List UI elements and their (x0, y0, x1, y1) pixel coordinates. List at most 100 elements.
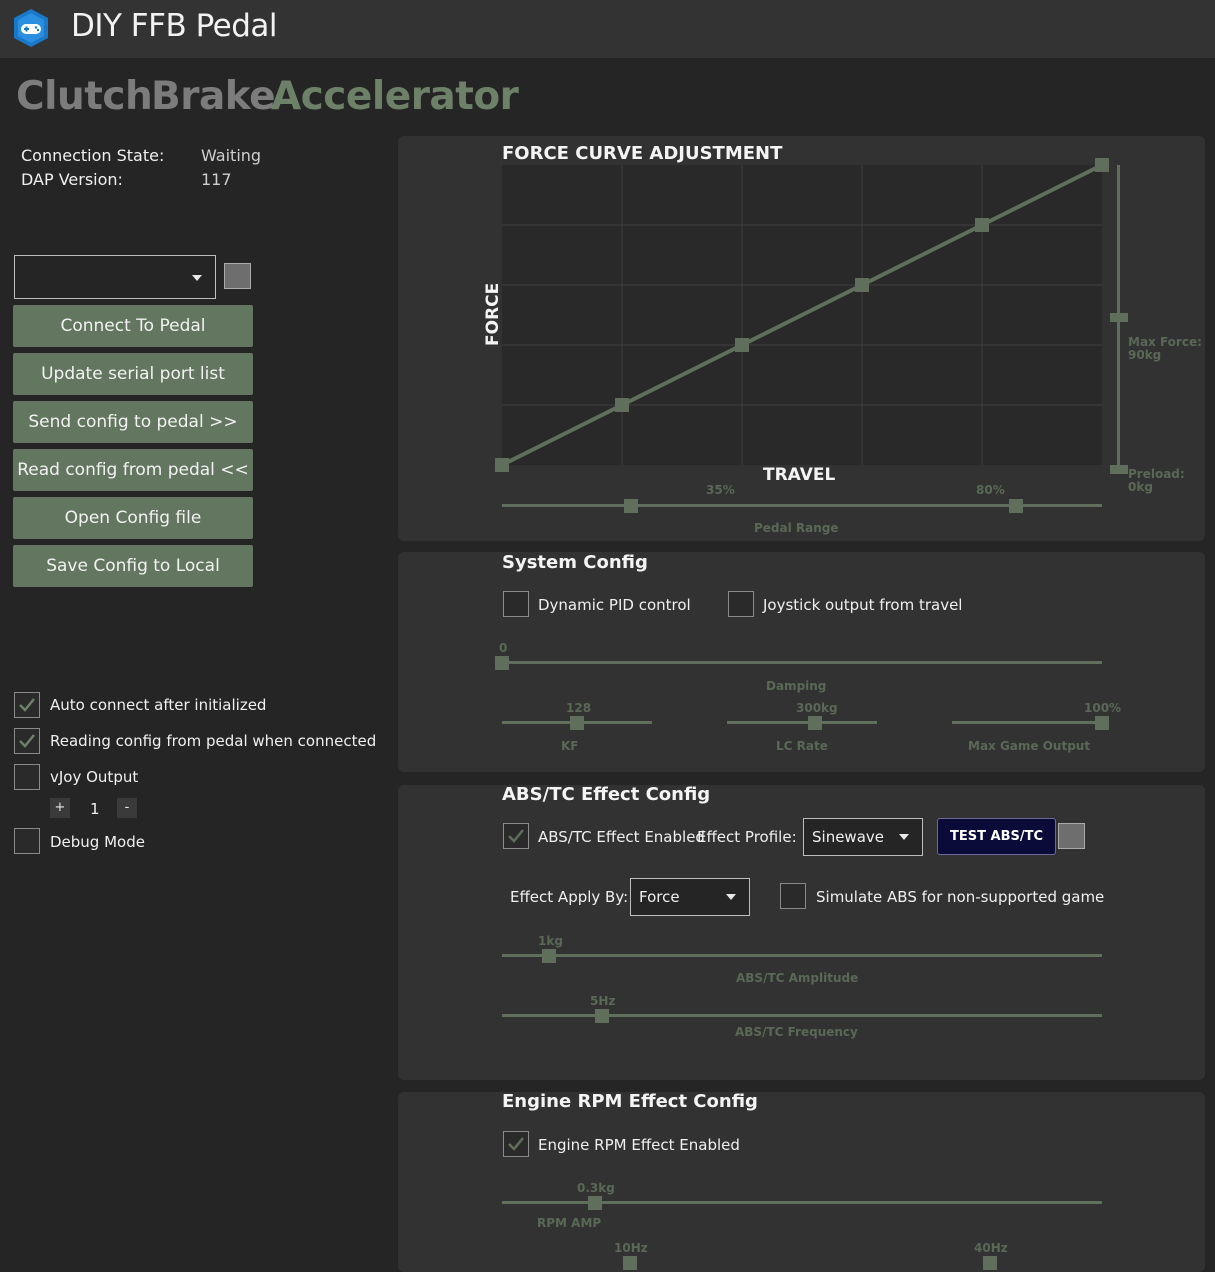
effect-apply-value: Force (639, 888, 680, 906)
force-curve-point[interactable] (495, 458, 509, 472)
max-game-output-value: 100% (1084, 701, 1122, 715)
lc-rate-track (727, 721, 877, 724)
pedal-range-max-label: 80% (976, 483, 1005, 497)
force-curve-point[interactable] (1095, 158, 1109, 172)
max-force-value: 90kg (1128, 348, 1162, 362)
system-config-title: System Config (502, 552, 648, 573)
force-curve-point[interactable] (615, 398, 629, 412)
dap-version-label: DAP Version: (21, 170, 123, 189)
vjoy-id-value: 1 (90, 800, 100, 818)
test-abs-button[interactable]: TEST ABS/TC (937, 818, 1056, 855)
lc-rate-handle[interactable] (808, 716, 822, 730)
gamepad-logo-icon (12, 8, 50, 48)
force-curve-point[interactable] (855, 278, 869, 292)
kf-handle[interactable] (570, 716, 584, 730)
dynamic-pid-label: Dynamic PID control (538, 596, 691, 614)
abs-frequency-handle[interactable] (595, 1009, 609, 1023)
lc-rate-label: LC Rate (776, 739, 828, 753)
connection-state-value: Waiting (201, 146, 262, 165)
update-serial-port-list-button[interactable]: Update serial port list (13, 353, 253, 395)
dynamic-pid-checkbox[interactable] (503, 591, 529, 617)
preload-handle[interactable] (1110, 465, 1128, 474)
kf-label: KF (561, 739, 579, 753)
rpm-amp-label: RPM AMP (537, 1216, 602, 1230)
tab-accelerator[interactable]: Accelerator (271, 74, 519, 119)
preload-label: Preload: (1128, 467, 1185, 481)
pedal-range-max-handle[interactable] (1009, 499, 1024, 513)
app-title: DIY FFB Pedal (71, 8, 278, 44)
effect-apply-select[interactable]: Force (630, 878, 750, 916)
kf-value: 128 (566, 701, 592, 715)
damping-value: 0 (499, 641, 508, 655)
damping-handle[interactable] (495, 656, 509, 670)
open-config-file-button[interactable]: Open Config file (13, 497, 253, 539)
max-force-label: Max Force: (1128, 335, 1202, 349)
tab-clutch[interactable]: Clutch (16, 74, 153, 119)
damping-track (502, 661, 1102, 664)
abs-config-title: ABS/TC Effect Config (502, 784, 711, 805)
chevron-down-icon (899, 834, 909, 840)
abs-frequency-track (502, 1014, 1102, 1017)
max-game-output-handle[interactable] (1095, 716, 1109, 730)
vjoy-increment-button[interactable]: + (50, 798, 70, 818)
rpm-freq-max-handle[interactable] (983, 1256, 997, 1270)
connection-state-label: Connection State: (21, 146, 165, 165)
read-on-connect-label: Reading config from pedal when connected (50, 732, 377, 750)
chevron-down-icon (192, 275, 202, 281)
preload-value: 0kg (1128, 480, 1153, 494)
read-on-connect-checkbox[interactable] (14, 728, 40, 754)
abs-frequency-label: ABS/TC Frequency (735, 1025, 858, 1039)
vjoy-output-checkbox[interactable] (14, 764, 40, 790)
force-curve-point[interactable] (975, 218, 989, 232)
rpm-enabled-label: Engine RPM Effect Enabled (538, 1136, 740, 1154)
abs-amplitude-track (502, 954, 1102, 957)
dap-version-value: 117 (201, 170, 232, 189)
abs-enabled-checkbox[interactable] (503, 823, 529, 849)
simulate-abs-checkbox[interactable] (780, 883, 806, 909)
damping-label: Damping (766, 679, 827, 693)
rpm-enabled-checkbox[interactable] (503, 1131, 529, 1157)
pedal-range-min-label: 35% (706, 483, 735, 497)
send-config-button[interactable]: Send config to pedal >> (13, 401, 253, 443)
rpm-freq-min-label: 10Hz (614, 1241, 648, 1255)
abs-amplitude-value: 1kg (538, 934, 563, 948)
effect-profile-value: Sinewave (812, 828, 884, 846)
debug-mode-checkbox[interactable] (14, 828, 40, 854)
rpm-freq-max-label: 40Hz (974, 1241, 1008, 1255)
check-icon (19, 698, 35, 712)
debug-mode-label: Debug Mode (50, 833, 145, 851)
max-force-handle[interactable] (1110, 312, 1128, 322)
rpm-amp-value: 0.3kg (577, 1181, 615, 1195)
abs-status-indicator (1058, 823, 1085, 849)
effect-apply-label: Effect Apply By: (510, 888, 629, 906)
abs-amplitude-handle[interactable] (542, 949, 556, 963)
simulate-abs-label: Simulate ABS for non-supported game (816, 888, 1105, 906)
lc-rate-value: 300kg (796, 701, 838, 715)
rpm-freq-min-handle[interactable] (623, 1256, 637, 1270)
read-config-button[interactable]: Read config from pedal << (13, 449, 253, 491)
joystick-travel-checkbox[interactable] (728, 591, 754, 617)
check-icon (19, 734, 35, 748)
connection-indicator (224, 263, 251, 289)
check-icon (508, 829, 524, 843)
tab-brake[interactable]: Brake (151, 74, 276, 119)
vjoy-decrement-button[interactable]: - (117, 798, 137, 818)
check-icon (508, 1137, 524, 1151)
auto-connect-checkbox[interactable] (14, 692, 40, 718)
auto-connect-label: Auto connect after initialized (50, 696, 267, 714)
effect-profile-select[interactable]: Sinewave (803, 818, 923, 856)
chevron-down-icon (726, 894, 736, 900)
save-config-local-button[interactable]: Save Config to Local (13, 545, 253, 587)
abs-enabled-label: ABS/TC Effect Enabled (538, 828, 705, 846)
max-game-output-track (952, 721, 1102, 724)
abs-amplitude-label: ABS/TC Amplitude (736, 971, 859, 985)
rpm-amp-handle[interactable] (588, 1196, 602, 1210)
serial-port-select[interactable] (14, 255, 216, 299)
effect-profile-label: Effect Profile: (697, 828, 797, 846)
force-curve-chart (495, 158, 1109, 472)
force-curve-point[interactable] (735, 338, 749, 352)
pedal-range-min-handle[interactable] (623, 499, 638, 513)
connect-to-pedal-button[interactable]: Connect To Pedal (13, 305, 253, 347)
joystick-travel-label: Joystick output from travel (763, 596, 963, 614)
pedal-range-label: Pedal Range (754, 521, 839, 535)
